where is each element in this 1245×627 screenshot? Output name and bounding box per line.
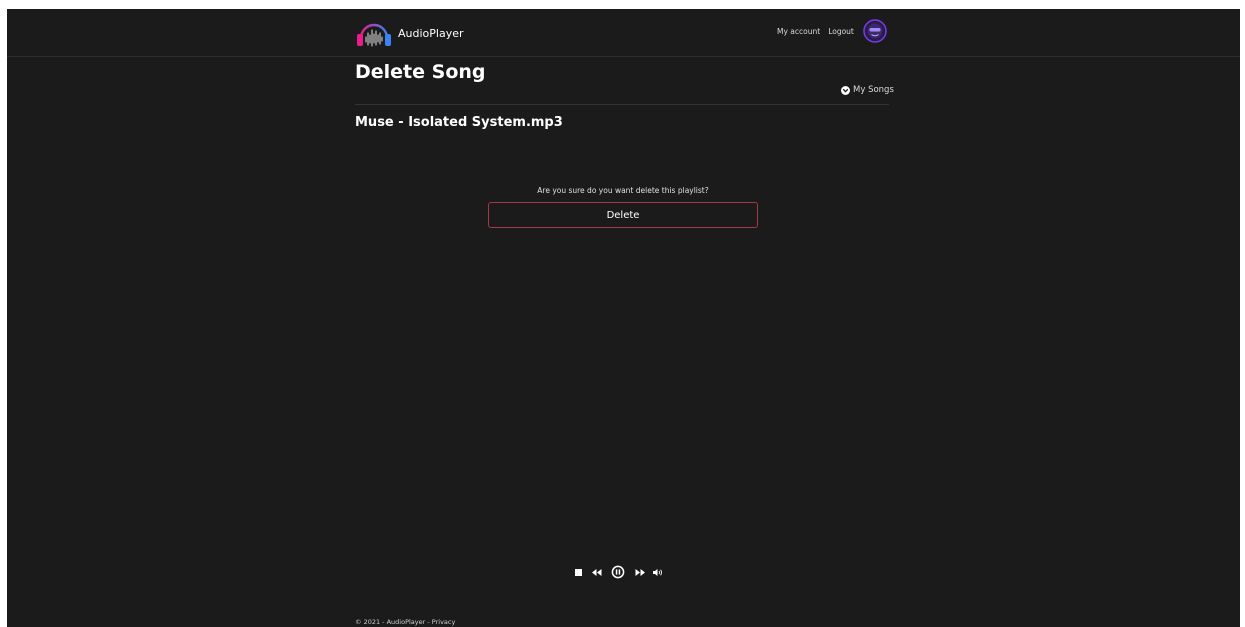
- my-songs-link[interactable]: My Songs: [841, 85, 894, 95]
- fast-forward-icon[interactable]: [635, 568, 646, 577]
- top-navbar: AudioPlayer My account Logout: [7, 9, 1240, 57]
- volume-icon[interactable]: [652, 568, 663, 577]
- stop-icon[interactable]: [574, 568, 583, 577]
- nav-right: My account Logout: [777, 19, 887, 43]
- brand-name: AudioPlayer: [398, 27, 464, 40]
- delete-button[interactable]: Delete: [488, 202, 758, 228]
- pause-icon[interactable]: [611, 565, 625, 579]
- my-songs-label: My Songs: [853, 85, 894, 95]
- logout-link[interactable]: Logout: [828, 27, 854, 36]
- song-name: Muse - Isolated System.mp3: [355, 115, 563, 130]
- confirm-question: Are you sure do you want delete this pla…: [537, 186, 709, 195]
- app-frame: AudioPlayer My account Logout Delete Son…: [7, 9, 1240, 627]
- user-avatar-icon[interactable]: [863, 19, 887, 43]
- player-controls: [574, 564, 663, 580]
- footer: © 2021 - AudioPlayer - Privacy: [355, 618, 455, 626]
- circle-chevron-down-icon: [841, 85, 850, 95]
- headphones-waveform-icon: [357, 23, 391, 47]
- footer-brand-link[interactable]: AudioPlayer: [387, 618, 426, 626]
- page-title: Delete Song: [355, 61, 486, 83]
- footer-copyright: © 2021 -: [355, 618, 387, 626]
- footer-privacy-link[interactable]: Privacy: [432, 618, 456, 626]
- my-account-link[interactable]: My account: [777, 27, 820, 36]
- rewind-icon[interactable]: [591, 568, 602, 577]
- header-divider: [355, 104, 889, 105]
- brand-link[interactable]: AudioPlayer: [355, 20, 464, 47]
